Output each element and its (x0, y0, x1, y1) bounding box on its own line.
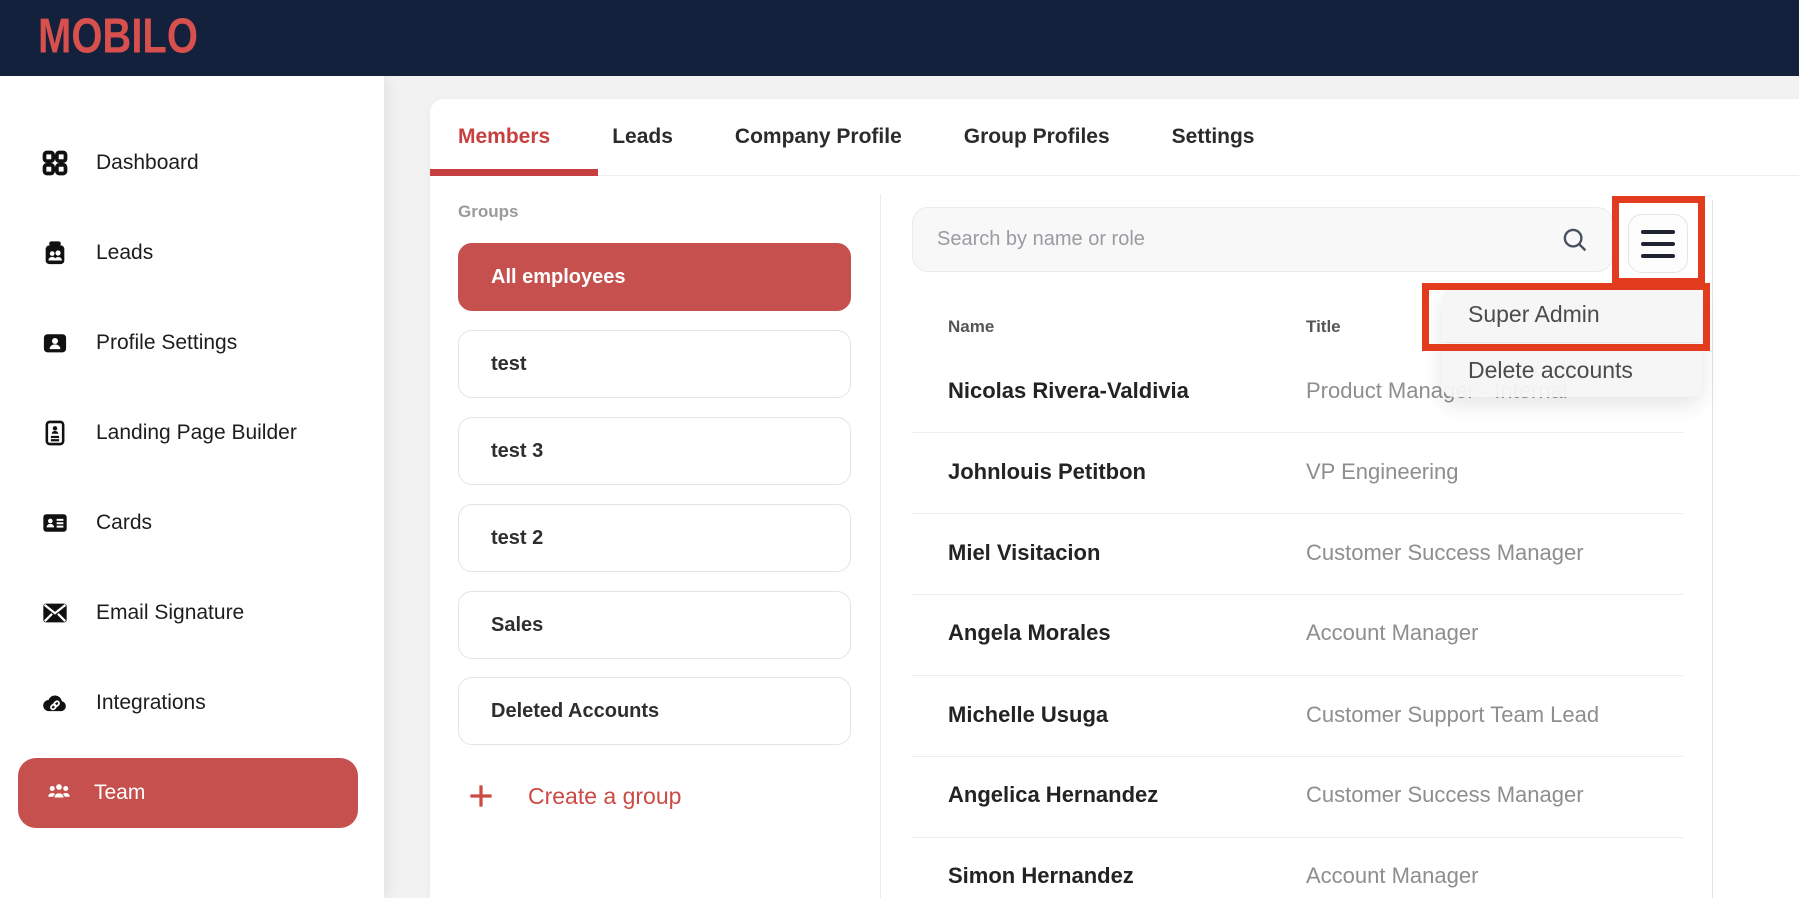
cloud-link-icon (40, 688, 70, 718)
table-row[interactable]: Michelle Usuga Customer Support Team Lea… (912, 702, 1683, 742)
row-divider (912, 675, 1683, 676)
table-row[interactable]: Angela Morales Account Manager (912, 620, 1683, 660)
envelope-icon (40, 598, 70, 628)
sidebar-item-leads[interactable]: Leads (0, 208, 384, 298)
dashboard-grid-icon (40, 148, 70, 178)
tab-bar: Members Leads Company Profile Group Prof… (430, 99, 1799, 176)
sidebar-item-landing-page-builder[interactable]: Landing Page Builder (0, 388, 384, 478)
menu-item-super-admin[interactable]: Super Admin (1442, 287, 1702, 342)
tab-members[interactable]: Members (458, 125, 550, 149)
leads-badge-icon (40, 238, 70, 268)
profile-card-icon (40, 328, 70, 358)
group-all-employees[interactable]: All employees (458, 243, 851, 311)
create-group-button[interactable]: Create a group (466, 781, 681, 811)
row-divider (912, 513, 1683, 514)
group-test[interactable]: test (458, 330, 851, 398)
row-divider (912, 756, 1683, 757)
tab-leads[interactable]: Leads (612, 125, 673, 149)
groups-label: Groups (458, 202, 519, 221)
group-test-2[interactable]: test 2 (458, 504, 851, 572)
landing-page-icon (40, 418, 70, 448)
sidebar-item-dashboard[interactable]: Dashboard (0, 118, 384, 208)
sidebar-item-email-signature[interactable]: Email Signature (0, 568, 384, 658)
table-row[interactable]: Miel Visitacion Customer Success Manager (912, 540, 1683, 580)
row-divider (912, 432, 1683, 433)
group-sales[interactable]: Sales (458, 591, 851, 659)
sidebar-item-profile-settings[interactable]: Profile Settings (0, 298, 384, 388)
table-row[interactable]: Angelica Hernandez Customer Success Mana… (912, 782, 1683, 822)
search-icon (1560, 225, 1590, 255)
table-row[interactable]: Johnlouis Petitbon VP Engineering (912, 459, 1683, 499)
search-box (912, 207, 1613, 272)
mobilo-logo: MOBILO (38, 9, 198, 64)
sidebar: Dashboard Leads Profile Settings Landing… (0, 76, 384, 898)
create-group-label: Create a group (528, 782, 682, 809)
column-header-title: Title (1306, 317, 1341, 336)
admin-dropdown-menu: Super Admin Delete accounts (1442, 287, 1702, 397)
team-content-card: Members Leads Company Profile Group Prof… (430, 99, 1799, 898)
group-deleted-accounts[interactable]: Deleted Accounts (458, 677, 851, 745)
search-input[interactable] (937, 228, 1560, 251)
contact-card-icon (40, 508, 70, 538)
team-people-icon (44, 776, 74, 811)
tab-settings[interactable]: Settings (1172, 125, 1255, 149)
row-divider (912, 837, 1683, 838)
table-row[interactable]: Simon Hernandez Account Manager (912, 863, 1683, 898)
column-header-name: Name (948, 317, 995, 336)
panel-right-border (1712, 200, 1713, 898)
hamburger-menu-button[interactable] (1628, 214, 1688, 273)
sidebar-item-integrations[interactable]: Integrations (0, 658, 384, 748)
sidebar-item-cards[interactable]: Cards (0, 478, 384, 568)
menu-item-delete-accounts[interactable]: Delete accounts (1442, 343, 1702, 397)
plus-icon (466, 781, 496, 811)
tab-group-profiles[interactable]: Group Profiles (964, 125, 1110, 149)
tab-company-profile[interactable]: Company Profile (735, 125, 902, 149)
row-divider (912, 594, 1683, 595)
column-divider (880, 194, 881, 898)
sidebar-item-team[interactable]: Team (18, 758, 358, 828)
active-tab-underline (430, 169, 598, 176)
group-test-3[interactable]: test 3 (458, 417, 851, 485)
app-header: MOBILO (0, 0, 1799, 76)
